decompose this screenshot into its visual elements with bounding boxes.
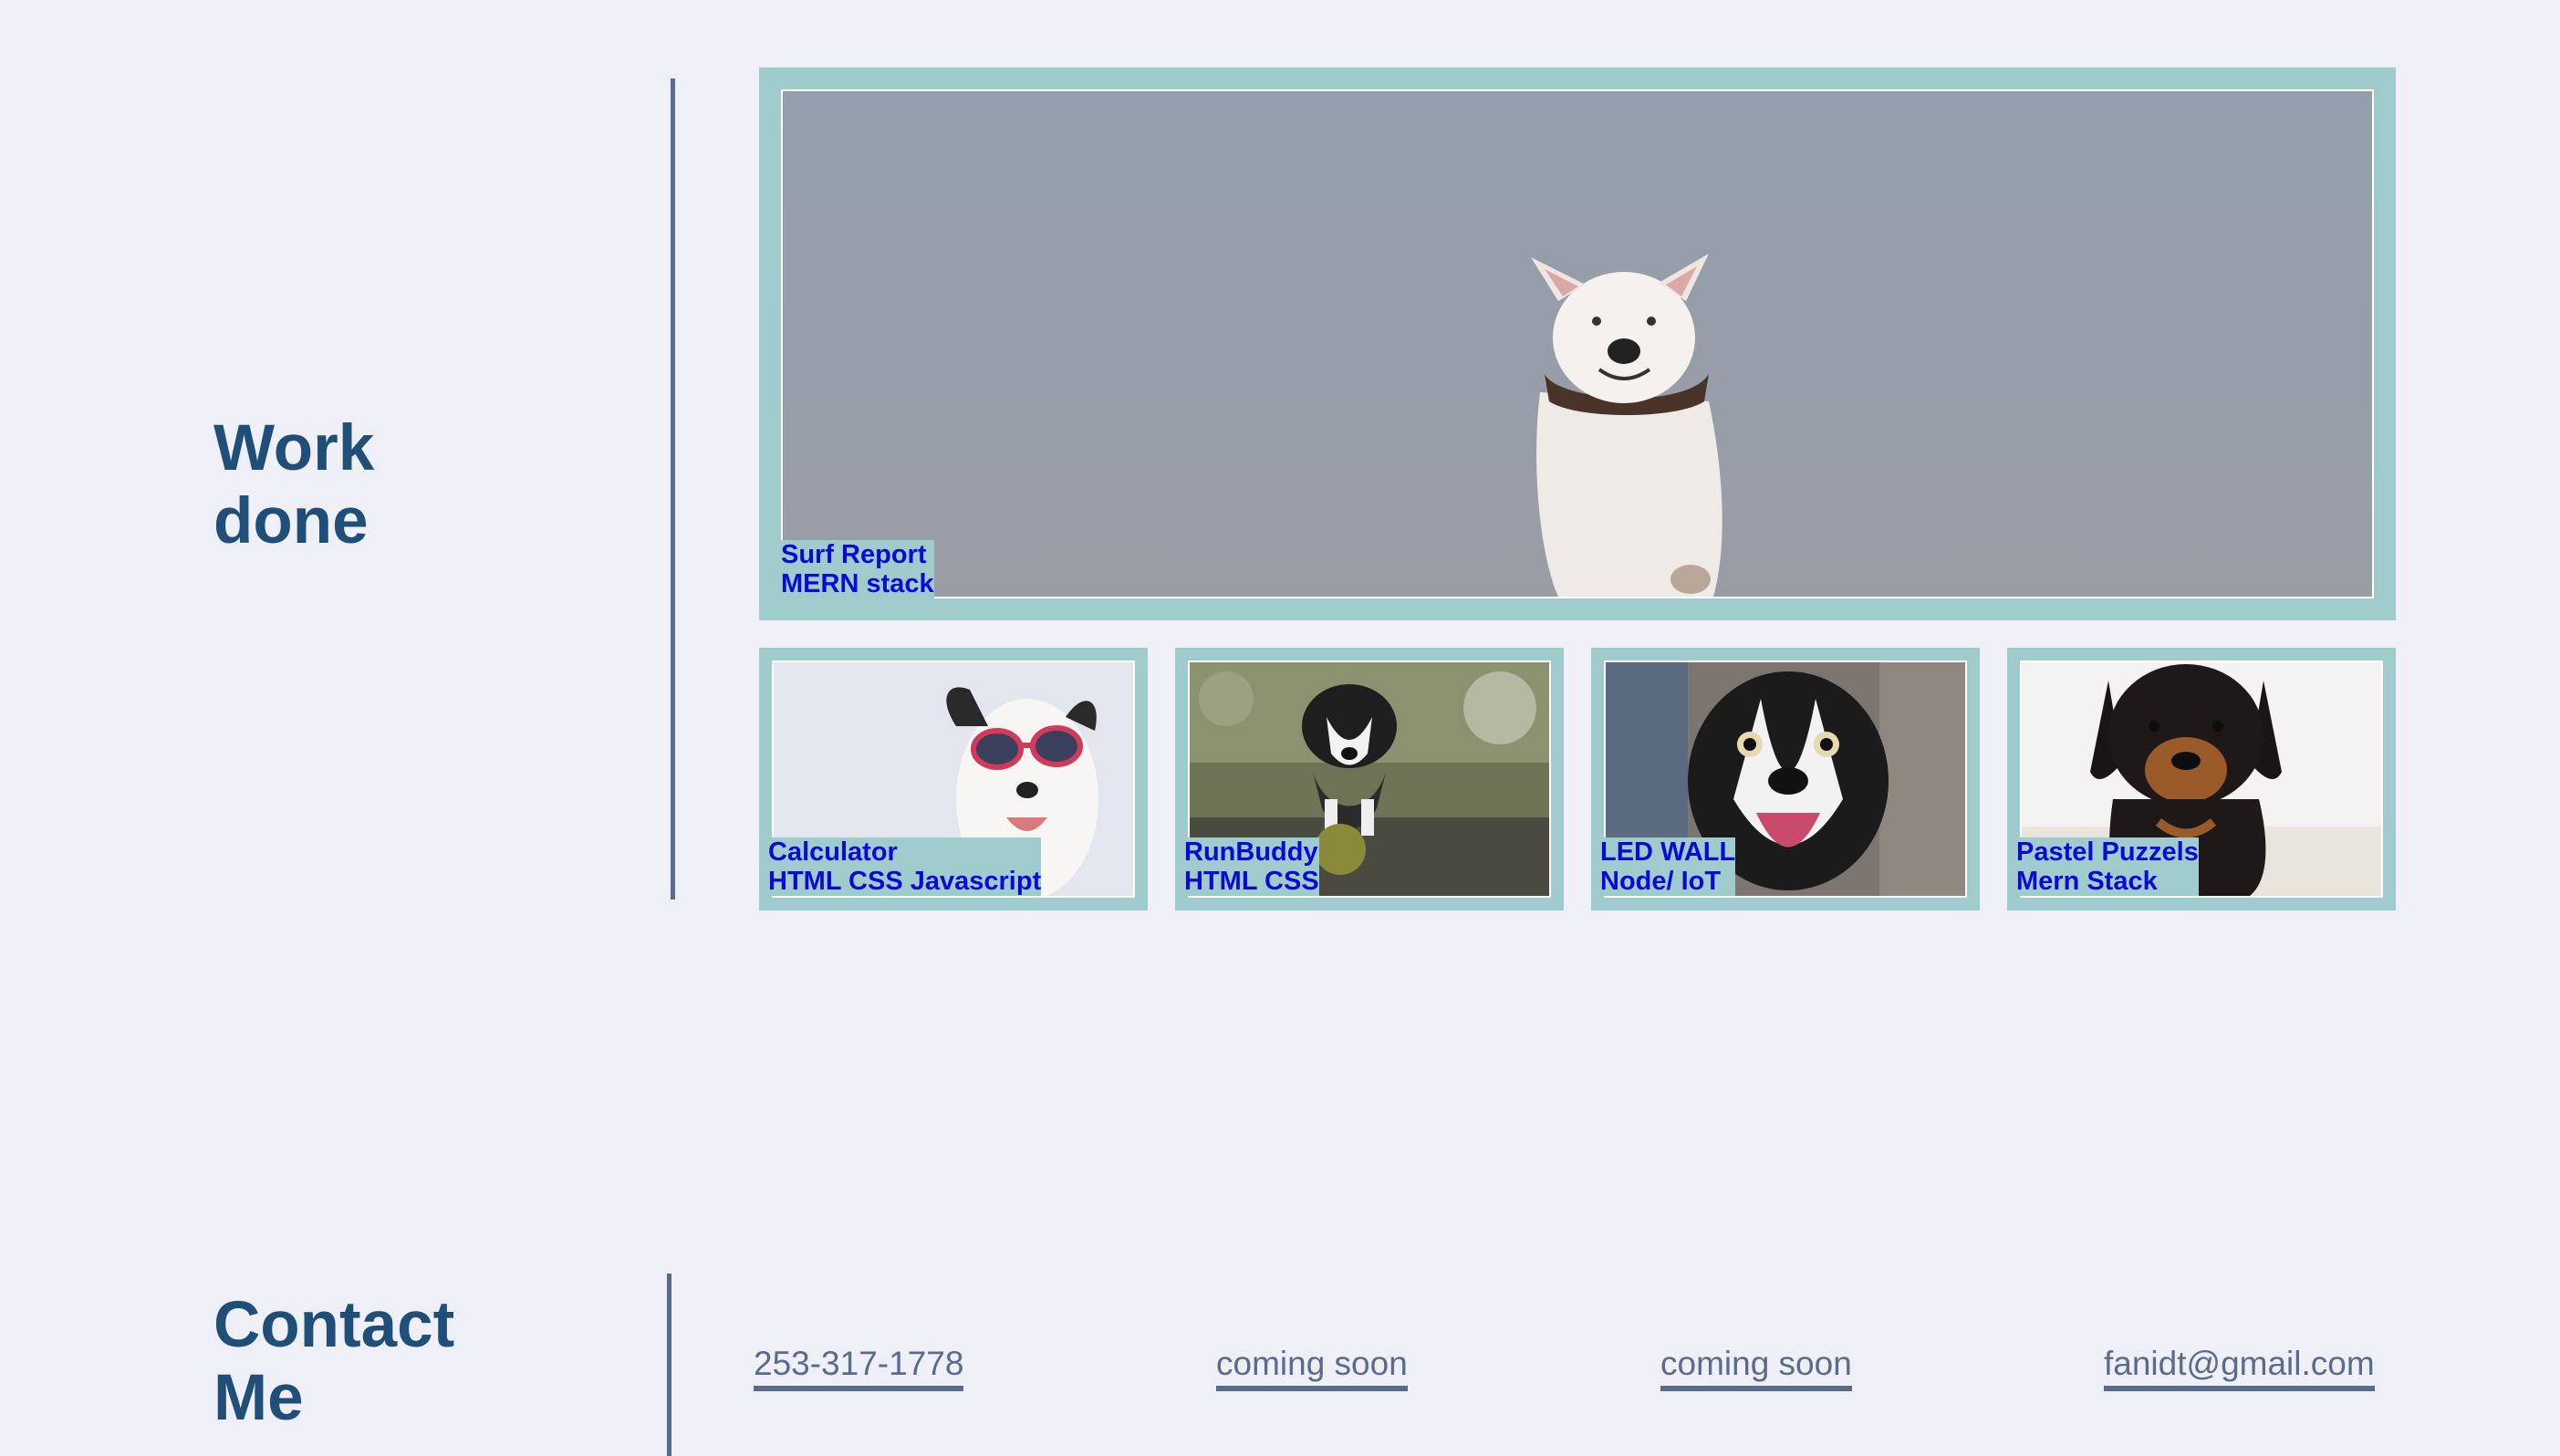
project-card-runbuddy[interactable]: RunBuddy HTML CSS <box>1175 648 1564 910</box>
featured-project-title: Surf Report <box>781 540 927 569</box>
runbuddy-project-title: RunBuddy <box>1184 837 1318 867</box>
tennis-ball-icon <box>1315 824 1366 875</box>
work-divider <box>671 78 675 900</box>
featured-project-stack: MERN stack <box>781 569 934 598</box>
project-card-featured[interactable]: Surf Report MERN stack <box>759 68 2396 620</box>
pastel-puzzels-project-caption: Pastel Puzzels Mern Stack <box>2013 837 2199 896</box>
work-heading: Work done <box>213 412 374 558</box>
coming-soon-link-1[interactable]: coming soon <box>1216 1344 1408 1391</box>
runbuddy-project-caption: RunBuddy HTML CSS <box>1181 837 1319 896</box>
runbuddy-project-stack: HTML CSS <box>1184 867 1319 896</box>
calculator-project-title: Calculator <box>768 837 898 867</box>
project-card-calculator[interactable]: Calculator HTML CSS Javascript <box>759 648 1148 910</box>
coming-soon-link-2[interactable]: coming soon <box>1660 1344 1852 1391</box>
work-heading-line2: done <box>213 485 369 557</box>
contact-divider <box>667 1274 671 1456</box>
project-card-led-wall[interactable]: LED WALL Node/ IoT <box>1591 648 1980 910</box>
featured-project-image[interactable] <box>781 89 2374 598</box>
featured-project-caption: Surf Report MERN stack <box>777 540 934 598</box>
led-wall-project-stack: Node/ IoT <box>1600 867 1722 896</box>
contact-heading-line2: Me <box>213 1362 304 1434</box>
contact-heading-line1: Contact <box>213 1289 455 1361</box>
led-wall-project-caption: LED WALL Node/ IoT <box>1597 837 1736 896</box>
led-wall-project-title: LED WALL <box>1600 837 1736 867</box>
work-heading-line1: Work <box>213 412 375 484</box>
calculator-project-stack: HTML CSS Javascript <box>768 867 1042 896</box>
email-link[interactable]: fanidt@gmail.com <box>2104 1344 2375 1391</box>
calculator-project-caption: Calculator HTML CSS Javascript <box>765 837 1042 896</box>
phone-link[interactable]: 253-317-1778 <box>754 1344 964 1391</box>
project-card-pastel-puzzels[interactable]: Pastel Puzzels Mern Stack <box>2007 648 2396 910</box>
pastel-puzzels-project-stack: Mern Stack <box>2016 867 2158 896</box>
pastel-puzzels-project-title: Pastel Puzzels <box>2016 837 2199 867</box>
contact-heading: Contact Me <box>213 1289 454 1435</box>
